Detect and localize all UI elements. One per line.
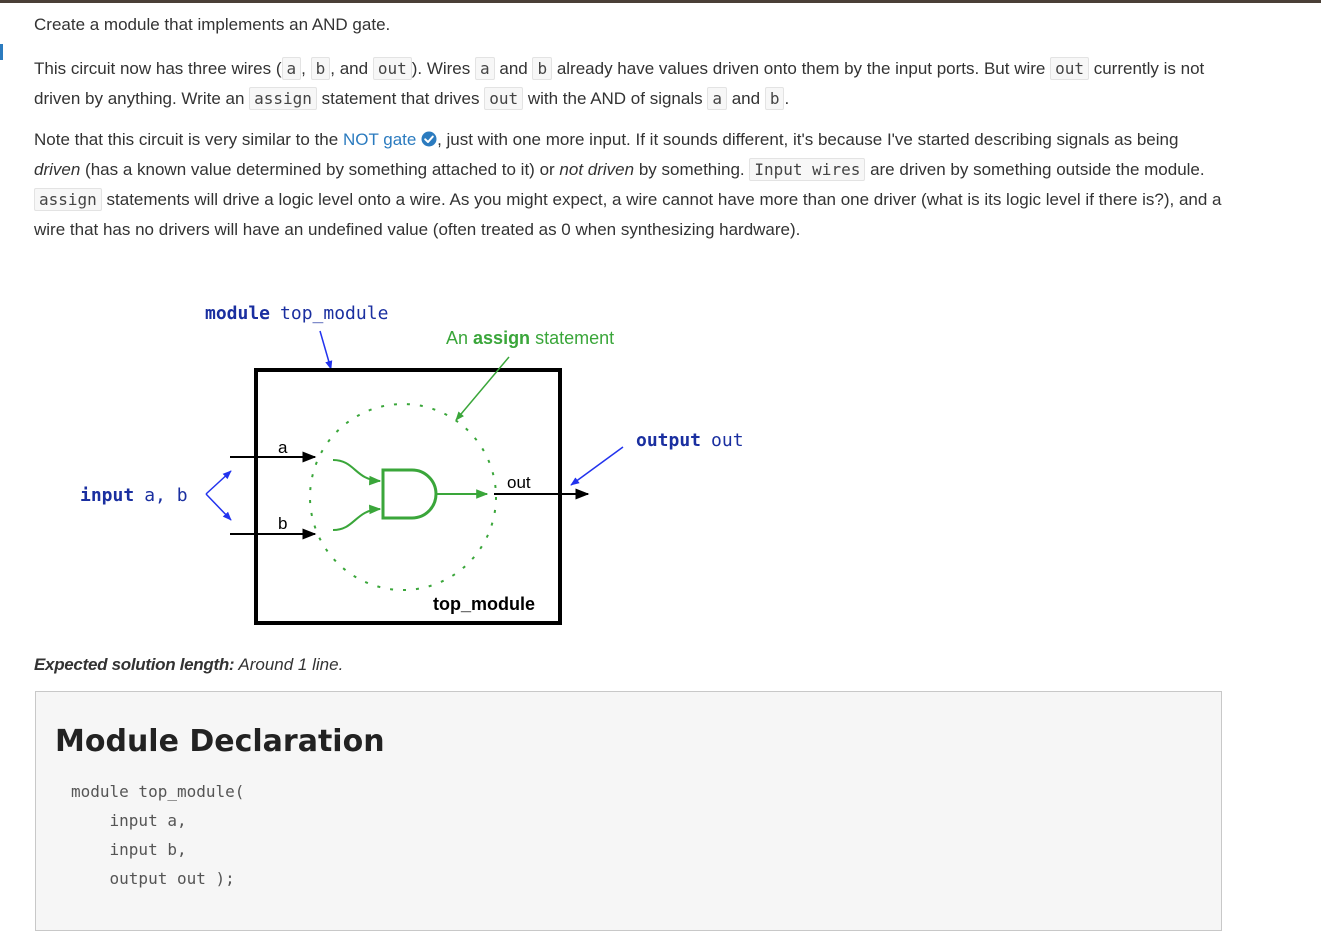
module-box bbox=[254, 368, 562, 625]
paragraph-wires: This circuit now has three wires (a, b, … bbox=[34, 57, 1205, 110]
code-a: a bbox=[707, 87, 727, 110]
and-gate-symbol bbox=[381, 468, 438, 520]
assign-boundary bbox=[309, 403, 497, 591]
module-declaration-code: module top_module( input a, input b, out… bbox=[71, 782, 245, 888]
output-pointer-arrow bbox=[570, 446, 624, 486]
code-assign: assign bbox=[34, 188, 102, 211]
assign-wire-a bbox=[332, 459, 382, 486]
assign-label: An assign statement bbox=[446, 328, 614, 348]
expected-length: Expected solution length: Around 1 line. bbox=[34, 655, 344, 674]
code-assign: assign bbox=[249, 87, 317, 110]
code-b: b bbox=[310, 57, 331, 80]
top-border bbox=[0, 0, 1321, 3]
panel-title: Module Declaration bbox=[55, 724, 385, 759]
code-a: a bbox=[281, 57, 302, 80]
module-declaration-panel: Module Declaration module top_module( in… bbox=[35, 691, 1222, 931]
module-pointer-arrow bbox=[319, 330, 333, 370]
input-pointer-arrow-a bbox=[205, 470, 232, 495]
code-b: b bbox=[764, 87, 785, 110]
wire-a-label: a bbox=[278, 438, 288, 457]
check-circle-icon bbox=[421, 131, 437, 147]
code-out: out bbox=[1050, 57, 1089, 80]
output-label: output out bbox=[636, 430, 744, 451]
code-input-wires: Input wires bbox=[749, 158, 866, 181]
code-b: b bbox=[532, 57, 553, 80]
assign-wire-b bbox=[332, 504, 382, 531]
not-gate-link[interactable]: NOT gate bbox=[343, 130, 416, 149]
assign-pointer-arrow bbox=[455, 356, 510, 421]
code-out: out bbox=[484, 87, 524, 110]
input-pointer-arrow-b bbox=[205, 493, 232, 521]
input-label: input a, b bbox=[80, 485, 188, 506]
wire-b-label: b bbox=[278, 514, 287, 533]
module-box-label: top_module bbox=[433, 594, 535, 614]
intro-text: Create a module that implements an AND g… bbox=[34, 15, 391, 34]
code-a: a bbox=[475, 57, 495, 80]
left-accent-marker bbox=[0, 44, 3, 60]
wire-out-label: out bbox=[507, 473, 531, 492]
code-out: out bbox=[372, 57, 412, 80]
paragraph-driven: Note that this circuit is very similar t… bbox=[34, 130, 1222, 239]
module-label: module top_module bbox=[205, 303, 388, 324]
